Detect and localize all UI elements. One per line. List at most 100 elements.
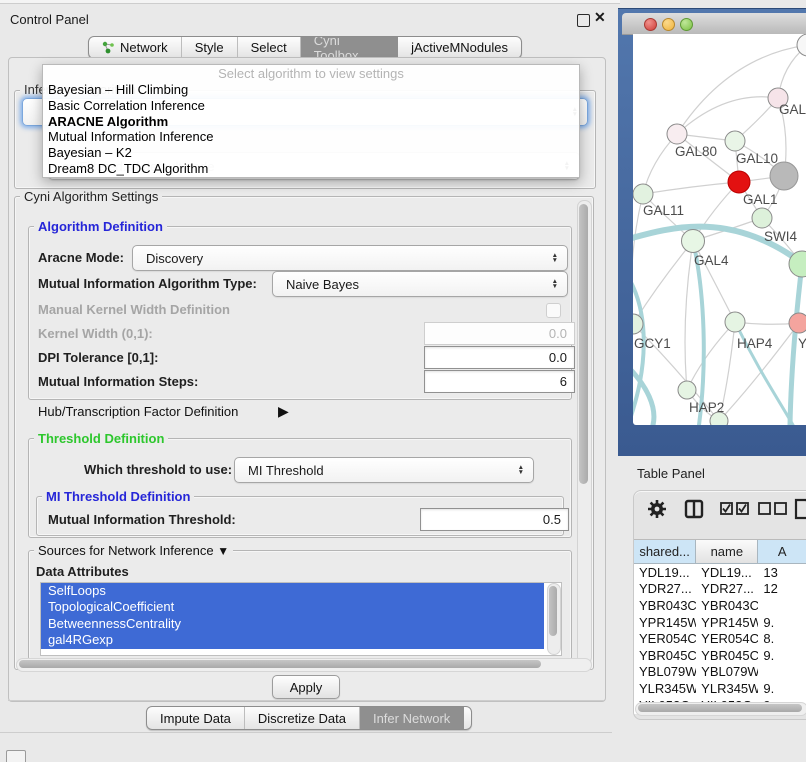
network-node[interactable]	[682, 230, 705, 253]
algorithm-option-mutual-information-inference[interactable]: Mutual Information Inference	[43, 129, 579, 145]
table-cell: YBR043C	[696, 598, 758, 613]
algorithm-popup-placeholder: Select algorithm to view settings	[43, 65, 579, 82]
table-cell: YPR145W	[696, 615, 758, 630]
document-icon[interactable]	[794, 498, 806, 520]
attributes-list-scrollbar[interactable]	[547, 583, 561, 655]
table-horizontal-scrollbar[interactable]	[635, 702, 806, 716]
attribute-item-selfloops[interactable]: SelfLoops	[41, 583, 544, 599]
collapse-arrow-icon[interactable]: ▼	[217, 544, 229, 558]
mi-algorithm-type-combo[interactable]: Naive Bayes ▲▼	[272, 271, 568, 297]
table-cell: YDR27...	[634, 581, 696, 596]
network-node-selected-red[interactable]	[728, 171, 750, 193]
network-canvas[interactable]: GAL GAL80 GAL10 GAL1 GAL11 SWI4 GAL4 GCY…	[633, 34, 806, 425]
network-node[interactable]	[667, 124, 687, 144]
table-cell: YBR045C	[696, 648, 758, 663]
hub-section-label[interactable]: Hub/Transcription Factor Definition	[38, 404, 238, 419]
deselect-all-checkboxes-icon[interactable]	[758, 502, 788, 515]
column-header-3[interactable]: A	[758, 540, 806, 564]
table-cell: YBR045C	[634, 648, 696, 663]
tab-style[interactable]: Style	[182, 37, 238, 58]
dpi-tolerance-label: DPI Tolerance [0,1]:	[38, 350, 158, 365]
data-attributes-list[interactable]: SelfLoopsTopologicalCoefficientBetweenne…	[40, 582, 562, 656]
tab-select[interactable]: Select	[238, 37, 301, 58]
tab-jactivemnodules[interactable]: jActiveMNodules	[398, 37, 521, 58]
table-cell: YDL19...	[634, 565, 696, 580]
network-view-window: GAL GAL80 GAL10 GAL1 GAL11 SWI4 GAL4 GCY…	[618, 8, 806, 456]
mi-threshold-group-title: MI Threshold Definition	[42, 489, 194, 504]
expand-arrow-icon[interactable]: ▶	[278, 403, 289, 420]
which-threshold-combo[interactable]: MI Threshold ▲▼	[234, 457, 534, 483]
select-all-checkboxes-icon[interactable]	[720, 502, 750, 515]
algorithm-option-bayesian-k2[interactable]: Bayesian – K2	[43, 145, 579, 161]
minimize-window-icon[interactable]	[662, 18, 675, 31]
network-node[interactable]	[725, 131, 745, 151]
manual-kernel-checkbox[interactable]	[546, 303, 561, 318]
zoom-window-icon[interactable]	[680, 18, 693, 31]
table-row[interactable]: YDR27...YDR27...12	[634, 581, 806, 598]
table-row[interactable]: YBL079WYBL079W	[634, 664, 806, 681]
attribute-item-gal4rgexp[interactable]: gal4RGexp	[41, 632, 544, 648]
network-node[interactable]	[797, 34, 806, 56]
table-row[interactable]: YBR045CYBR045C9.	[634, 647, 806, 664]
algorithm-option-aracne-algorithm[interactable]: ARACNE Algorithm	[43, 114, 579, 130]
algorithm-option-basic-correlation-inference[interactable]: Basic Correlation Inference	[43, 98, 579, 114]
mi-threshold-input[interactable]: 0.5	[420, 508, 569, 531]
column-header-2[interactable]: name	[696, 540, 758, 564]
tab-network[interactable]: Network	[89, 37, 182, 58]
kernel-width-input[interactable]: 0.0	[424, 322, 575, 345]
attribute-item-topologicalcoefficient[interactable]: TopologicalCoefficient	[41, 599, 544, 615]
algorithm-option-dream8-dc-tdc-algorithm[interactable]: Dream8 DC_TDC Algorithm	[43, 161, 579, 177]
table-cell: 12	[758, 581, 806, 596]
tab-label: Network	[120, 40, 168, 55]
network-node-pink[interactable]	[789, 313, 806, 333]
table-cell: YLR345W	[634, 681, 696, 696]
network-icon	[102, 41, 115, 54]
mi-steps-input[interactable]: 6	[424, 370, 575, 393]
control-panel-dock: Control Panel ✕ NetworkStyleSelectCyni T…	[0, 4, 612, 733]
table-row[interactable]: YPR145WYPR145W9.	[634, 614, 806, 631]
table-row[interactable]: YLR345WYLR345W9.	[634, 680, 806, 697]
tab-infer-network[interactable]: Infer Network	[360, 707, 464, 729]
column-header-1[interactable]: shared...	[634, 540, 696, 564]
table-cell: 8.	[758, 631, 806, 646]
combo-arrows-icon: ▲▼	[552, 279, 558, 289]
algorithm-popup-list: Bayesian – Hill ClimbingBasic Correlatio…	[43, 82, 579, 177]
network-window-titlebar[interactable]	[622, 13, 806, 35]
table-cell: 13	[758, 565, 806, 580]
settings-vertical-scrollbar[interactable]	[577, 200, 592, 664]
network-node[interactable]	[725, 312, 745, 332]
close-window-icon[interactable]	[644, 18, 657, 31]
data-attributes-label: Data Attributes	[36, 564, 129, 579]
network-node[interactable]	[752, 208, 772, 228]
algorithm-option-bayesian-hill-climbing[interactable]: Bayesian – Hill Climbing	[43, 82, 579, 98]
table-row[interactable]: YDL19...YDL19...13	[634, 564, 806, 581]
attribute-item-betweennesscentrality[interactable]: BetweennessCentrality	[41, 616, 544, 632]
node-label: GAL	[779, 102, 806, 117]
table-row[interactable]: YER054CYER054C8.	[634, 630, 806, 647]
combo-arrows-icon: ▲▼	[518, 465, 524, 475]
close-panel-icon[interactable]: ✕	[594, 9, 606, 26]
dock-bottom-border	[0, 732, 612, 733]
columns-icon[interactable]	[684, 499, 704, 519]
network-node[interactable]	[678, 381, 696, 399]
node-label: Y	[798, 336, 806, 351]
tab-label: Select	[251, 40, 287, 55]
tab-discretize-data[interactable]: Discretize Data	[245, 707, 360, 729]
tab-cyni-toolbox[interactable]: Cyni Toolbox	[301, 37, 398, 58]
gear-icon[interactable]	[646, 498, 668, 520]
which-threshold-label: Which threshold to use:	[84, 462, 232, 477]
top-tab-strip: Network Style Select Cyni ToolboxjActiveMNo…	[88, 36, 522, 59]
network-node-gray[interactable]	[770, 162, 798, 190]
table-row[interactable]: YBR043CYBR043C	[634, 597, 806, 614]
dpi-tolerance-input[interactable]: 0.0	[424, 346, 575, 369]
sources-group-title: Sources for Network Inference ▼	[34, 543, 233, 559]
table-cell: YPR145W	[634, 615, 696, 630]
apply-button[interactable]: Apply	[272, 675, 340, 699]
tab-impute-data[interactable]: Impute Data	[147, 707, 245, 729]
aracne-mode-combo[interactable]: Discovery ▲▼	[132, 245, 568, 271]
float-panel-icon[interactable]	[577, 14, 590, 27]
minimized-panel-icon[interactable]	[6, 750, 26, 762]
network-node[interactable]	[633, 184, 653, 204]
settings-horizontal-scrollbar[interactable]	[16, 658, 592, 672]
table-panel-title: Table Panel	[637, 466, 705, 481]
